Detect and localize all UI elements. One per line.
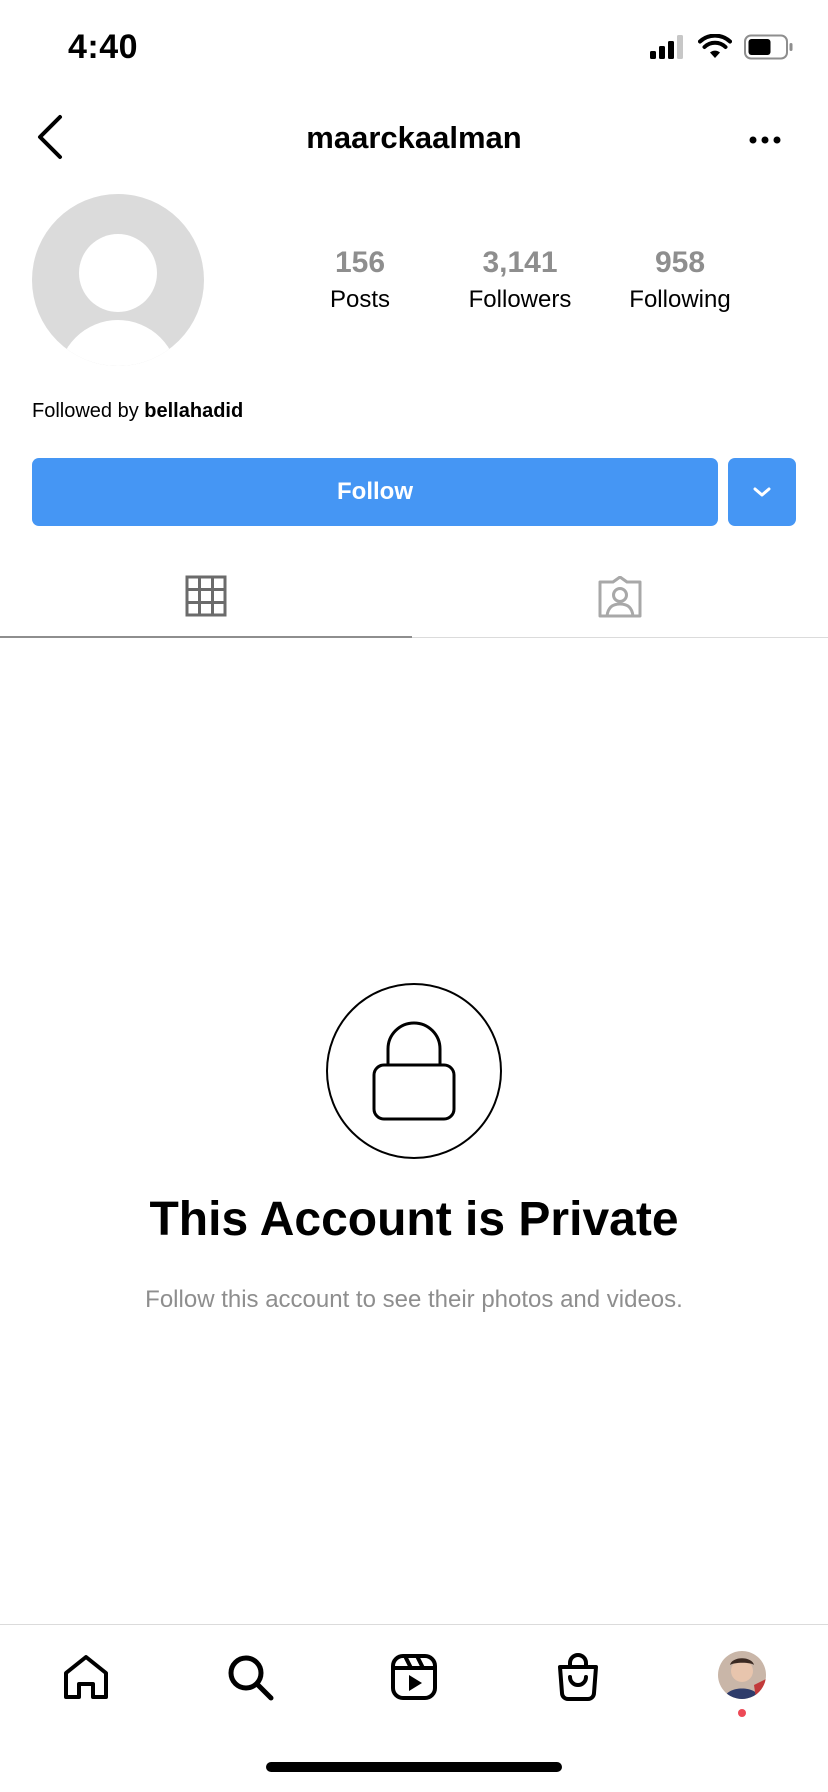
stat-following[interactable]: 958 Following bbox=[600, 246, 760, 314]
battery-icon bbox=[744, 34, 793, 60]
stat-posts-count: 156 bbox=[334, 246, 386, 279]
lock-icon bbox=[372, 1021, 456, 1121]
profile-header: maarckaalman bbox=[0, 100, 828, 180]
notification-dot bbox=[738, 1709, 746, 1717]
status-time: 4:40 bbox=[68, 28, 139, 66]
search-icon bbox=[228, 1655, 274, 1701]
tagged-person-icon bbox=[598, 576, 642, 618]
stat-followers-count: 3,141 bbox=[482, 246, 558, 279]
followed-by-text[interactable]: Followed by bellahadid bbox=[32, 400, 243, 423]
nav-home[interactable] bbox=[58, 1649, 114, 1705]
profile-username: maarckaalman bbox=[306, 120, 522, 155]
status-icons bbox=[650, 34, 794, 60]
tab-posts-grid[interactable] bbox=[0, 556, 412, 638]
more-horizontal-icon bbox=[749, 136, 781, 144]
stat-following-label: Following bbox=[629, 286, 731, 313]
stat-followers-label: Followers bbox=[468, 286, 572, 313]
suggested-accounts-button[interactable] bbox=[728, 458, 796, 526]
chevron-down-icon bbox=[753, 487, 771, 497]
profile-avatar-image bbox=[718, 1651, 766, 1699]
home-indicator bbox=[266, 1762, 562, 1772]
tab-tagged[interactable] bbox=[414, 556, 826, 638]
nav-reels[interactable] bbox=[386, 1649, 442, 1705]
private-account-subtitle: Follow this account to see their photos … bbox=[145, 1286, 683, 1313]
grid-icon bbox=[185, 575, 227, 617]
avatar-placeholder-head bbox=[79, 234, 157, 312]
nav-search[interactable] bbox=[222, 1649, 278, 1705]
nav-profile-avatar[interactable] bbox=[718, 1651, 766, 1699]
followed-by-prefix: Followed by bbox=[32, 400, 145, 422]
profile-tabs bbox=[0, 556, 828, 638]
nav-shop[interactable] bbox=[550, 1649, 606, 1705]
stat-posts[interactable]: 156 Posts bbox=[280, 246, 440, 314]
private-account-title: This Account is Private bbox=[149, 1193, 679, 1246]
followed-by-user: bellahadid bbox=[144, 400, 244, 422]
more-options-button[interactable] bbox=[740, 118, 790, 162]
bottom-nav bbox=[0, 1624, 828, 1724]
reels-icon bbox=[391, 1654, 437, 1700]
stat-following-count: 958 bbox=[654, 246, 706, 279]
home-icon bbox=[64, 1655, 108, 1699]
stat-followers[interactable]: 3,141 Followers bbox=[440, 246, 600, 314]
follow-button[interactable]: Follow bbox=[32, 458, 718, 526]
profile-avatar[interactable] bbox=[32, 194, 204, 366]
cellular-signal-icon bbox=[650, 35, 683, 59]
shop-icon bbox=[558, 1653, 598, 1701]
avatar-placeholder-body bbox=[58, 320, 178, 366]
wifi-icon bbox=[698, 34, 732, 58]
status-bar: 4:40 bbox=[0, 0, 828, 96]
private-lock-badge bbox=[326, 983, 502, 1159]
stat-posts-label: Posts bbox=[329, 286, 391, 313]
